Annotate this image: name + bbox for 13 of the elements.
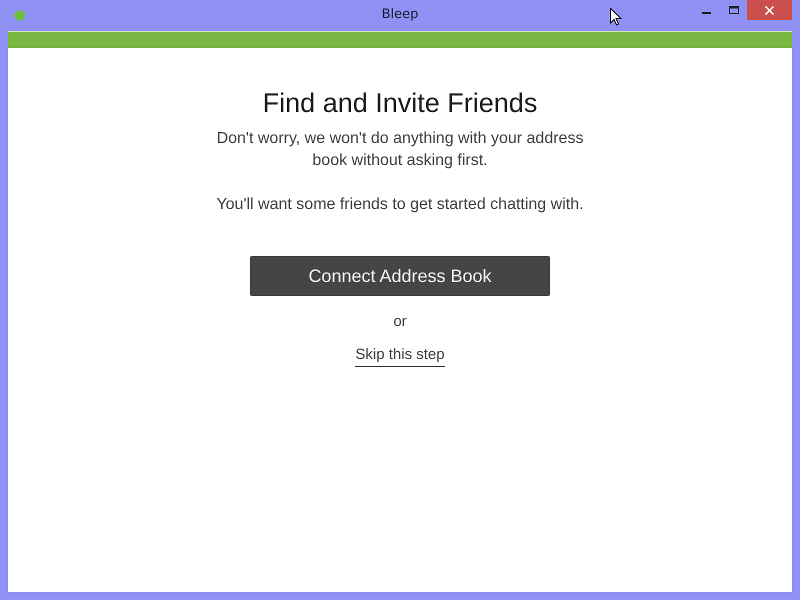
description-text: Don't worry, we won't do anything with your address book without asking first.	[216, 129, 584, 171]
connect-address-book-button[interactable]: Connect Address Book	[250, 256, 550, 296]
mouse-pointer-icon	[610, 8, 622, 26]
description-text: You'll want some friends to get started chatting with.	[215, 195, 585, 215]
window-title: Bleep	[382, 7, 418, 22]
skip-link[interactable]: Skip this step	[355, 346, 445, 367]
app-logo-icon	[13, 10, 25, 21]
close-icon	[765, 6, 774, 14]
maximize-icon	[728, 6, 738, 14]
or-separator-text: or	[393, 313, 407, 331]
close-button[interactable]	[747, 0, 792, 20]
minimize-icon	[702, 12, 711, 14]
page-heading: Find and Invite Friends	[262, 87, 538, 120]
